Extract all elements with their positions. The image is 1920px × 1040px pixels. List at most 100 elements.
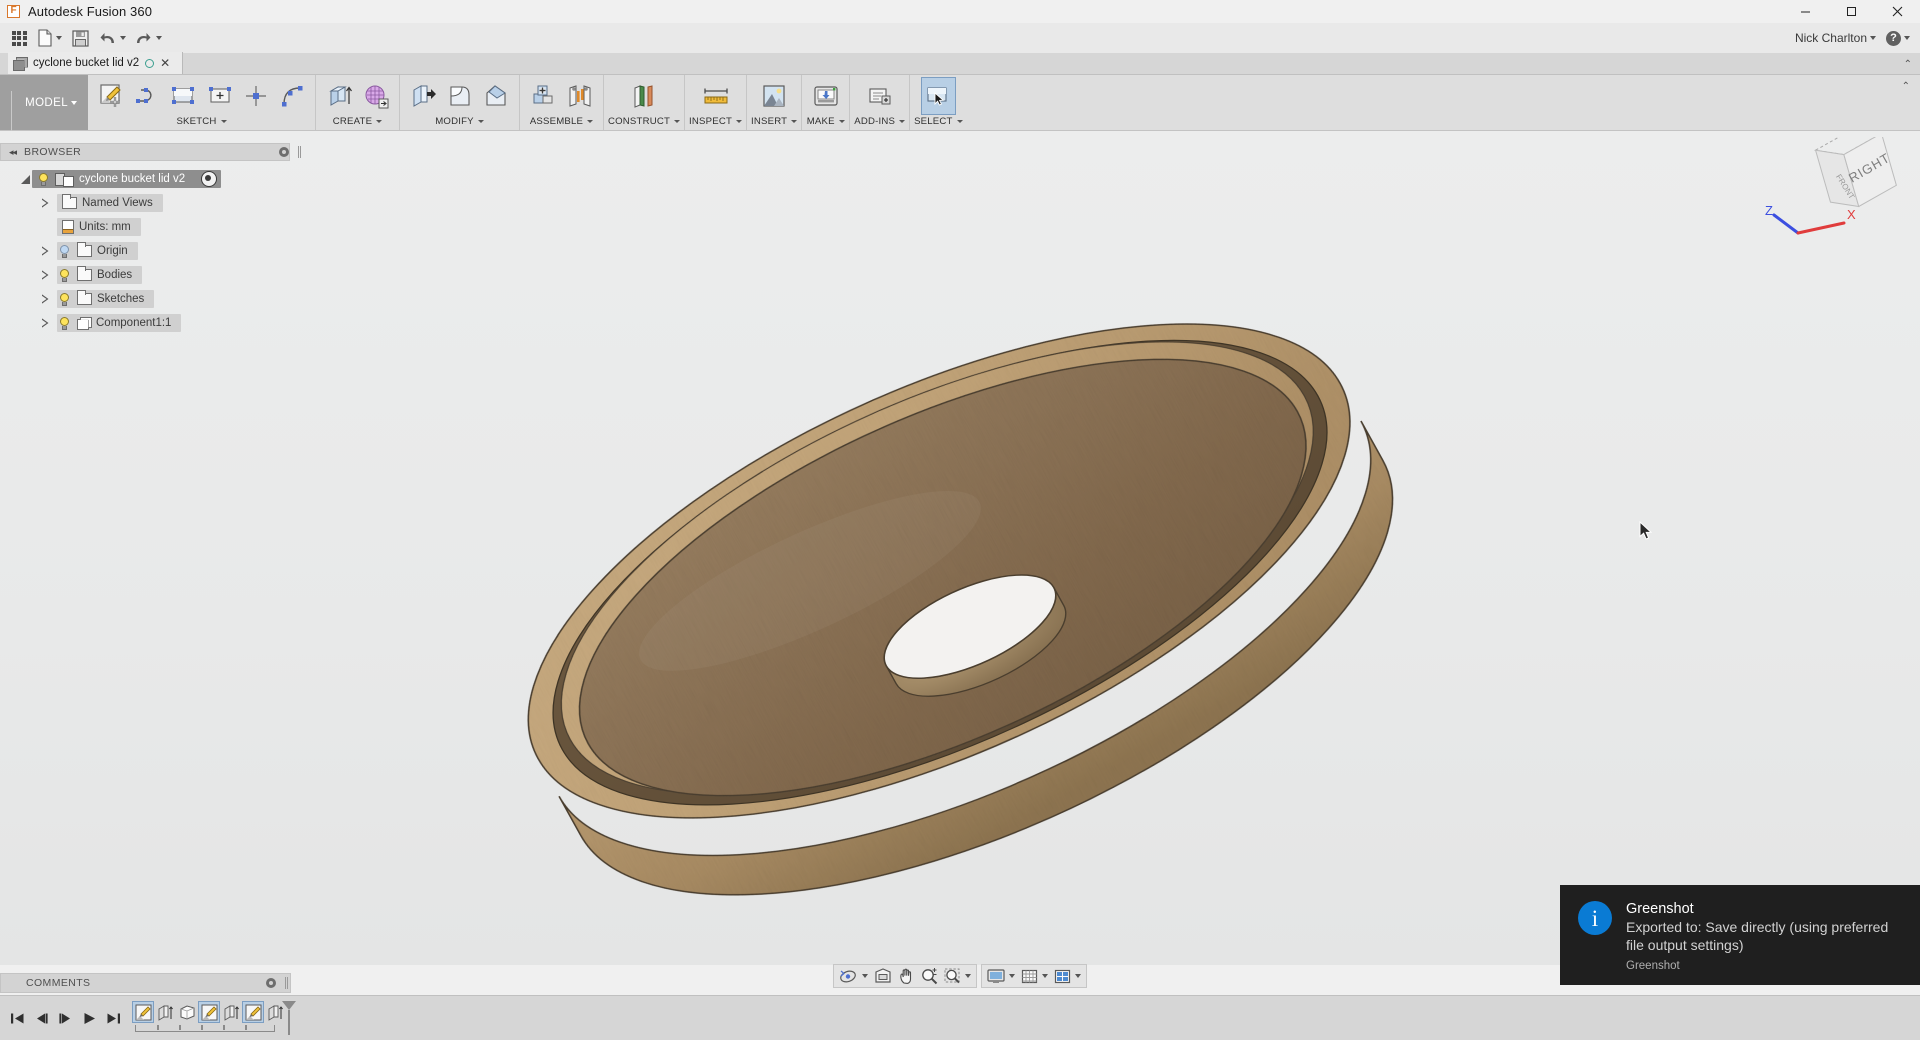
expander-right-icon[interactable] bbox=[38, 270, 52, 280]
pan-button[interactable] bbox=[895, 965, 918, 987]
view-cube[interactable]: RIGHT FRONT Z X bbox=[1752, 137, 1902, 247]
close-button[interactable] bbox=[1874, 0, 1920, 23]
tree-row-sketches[interactable]: Sketches bbox=[0, 287, 303, 311]
grid-and-snaps-button[interactable] bbox=[1018, 965, 1051, 987]
ribbon-group-label-create[interactable]: CREATE bbox=[333, 116, 383, 130]
visibility-bulb-icon[interactable] bbox=[57, 316, 72, 331]
document-tab[interactable]: cyclone bucket lid v2 ✕ bbox=[8, 52, 183, 74]
ribbon-collapse-icon[interactable]: ⌃ bbox=[1902, 81, 1910, 92]
fillet-button[interactable] bbox=[442, 77, 477, 115]
browser-collapse-icon[interactable]: ◂◂ bbox=[9, 147, 17, 158]
browser-resize-handle[interactable] bbox=[296, 143, 303, 161]
expander-right-icon[interactable] bbox=[38, 198, 52, 208]
expander-right-icon[interactable] bbox=[38, 318, 52, 328]
tree-row-origin[interactable]: Origin bbox=[0, 239, 303, 263]
tree-row-component1-hit[interactable]: Component1:1 bbox=[57, 314, 182, 332]
expander-right-icon[interactable] bbox=[38, 294, 52, 304]
sketch-arc-button[interactable] bbox=[274, 77, 309, 115]
app-grid-button[interactable] bbox=[6, 25, 32, 51]
close-icon[interactable]: ✕ bbox=[160, 57, 170, 69]
greenshot-notification-toast[interactable]: i Greenshot Exported to: Save directly (… bbox=[1560, 885, 1920, 985]
ribbon-group-label-addins[interactable]: ADD-INS bbox=[854, 116, 906, 130]
measure-button[interactable] bbox=[698, 77, 733, 115]
ribbon-group-label-modify[interactable]: MODIFY bbox=[435, 116, 484, 130]
undo-button[interactable] bbox=[95, 25, 129, 51]
maximize-button[interactable] bbox=[1828, 0, 1874, 23]
ribbon-group-label-assemble[interactable]: ASSEMBLE bbox=[530, 116, 594, 130]
browser-options-icon[interactable] bbox=[279, 147, 289, 157]
timeline-go-to-end-button[interactable] bbox=[102, 1006, 124, 1030]
visibility-bulb-icon[interactable] bbox=[57, 244, 72, 259]
timeline-step-forward-button[interactable] bbox=[54, 1006, 76, 1030]
timeline-step-back-button[interactable] bbox=[30, 1006, 52, 1030]
ribbon-group-label-inspect[interactable]: INSPECT bbox=[689, 116, 743, 130]
create-sketch-button[interactable] bbox=[94, 77, 129, 115]
joint-button[interactable] bbox=[562, 77, 597, 115]
viewports-button[interactable] bbox=[1051, 965, 1084, 987]
insert-canvas-button[interactable] bbox=[757, 77, 792, 115]
minimize-button[interactable] bbox=[1782, 0, 1828, 23]
select-tool-button[interactable] bbox=[920, 76, 956, 115]
tree-row-root-document[interactable]: cyclone bucket lid v2 bbox=[0, 167, 303, 191]
tree-row-component1[interactable]: Component1:1 bbox=[0, 311, 303, 335]
ribbon-group-label-select[interactable]: SELECT bbox=[914, 116, 963, 130]
new-component-button[interactable] bbox=[526, 77, 561, 115]
save-button[interactable] bbox=[67, 25, 93, 51]
browser-header[interactable]: ◂◂ BROWSER bbox=[0, 143, 301, 161]
tab-bar-collapse-icon[interactable]: ⌃ bbox=[1904, 59, 1912, 70]
timeline-feature-sketch-1[interactable] bbox=[132, 1001, 154, 1023]
tree-row-named-views[interactable]: Named Views bbox=[0, 191, 303, 215]
press-pull-button[interactable] bbox=[406, 77, 441, 115]
zoom-window-button[interactable] bbox=[941, 965, 974, 987]
sketch-dimension-button[interactable] bbox=[202, 77, 237, 115]
tree-row-sketches-hit[interactable]: Sketches bbox=[57, 290, 155, 308]
tree-row-named-views-hit[interactable]: Named Views bbox=[57, 194, 163, 212]
tree-row-bodies-hit[interactable]: Bodies bbox=[57, 266, 143, 284]
help-menu[interactable]: ? bbox=[1886, 30, 1910, 46]
timeline-feature-extrude-2[interactable] bbox=[220, 1001, 242, 1023]
visibility-bulb-icon[interactable] bbox=[57, 292, 72, 307]
offset-plane-button[interactable] bbox=[627, 77, 662, 115]
visibility-bulb-icon[interactable] bbox=[36, 172, 51, 187]
tree-row-units-hit[interactable]: Units: mm bbox=[57, 218, 141, 236]
timeline-feature-sketch-2[interactable] bbox=[198, 1001, 220, 1023]
chamfer-button[interactable] bbox=[478, 77, 513, 115]
sketch-point-button[interactable] bbox=[238, 77, 273, 115]
user-account-menu[interactable]: Nick Charlton bbox=[1795, 31, 1876, 45]
tree-row-root-hit[interactable]: cyclone bucket lid v2 bbox=[32, 170, 222, 188]
timeline-feature-extrude-1[interactable] bbox=[154, 1001, 176, 1023]
timeline-feature-sketch-3[interactable] bbox=[242, 1001, 264, 1023]
3d-print-button[interactable] bbox=[808, 77, 843, 115]
sketch-rectangle-button[interactable] bbox=[166, 77, 201, 115]
ribbon-group-label-insert[interactable]: INSERT bbox=[751, 116, 798, 130]
comments-panel[interactable]: COMMENTS bbox=[0, 973, 291, 993]
tree-row-origin-hit[interactable]: Origin bbox=[57, 242, 138, 260]
timeline-go-to-beginning-button[interactable] bbox=[6, 1006, 28, 1030]
timeline-play-button[interactable] bbox=[78, 1006, 100, 1030]
timeline-tick bbox=[201, 1025, 203, 1030]
zoom-button[interactable] bbox=[918, 965, 941, 987]
comments-resize-handle[interactable] bbox=[283, 974, 290, 992]
workspace-switcher[interactable]: MODEL bbox=[0, 75, 88, 139]
ribbon-group-label-make[interactable]: MAKE bbox=[807, 116, 845, 130]
extrude-button[interactable] bbox=[322, 77, 357, 115]
timeline-feature-body-1[interactable] bbox=[176, 1001, 198, 1023]
tree-row-units[interactable]: Units: mm bbox=[0, 215, 303, 239]
orbit-button[interactable] bbox=[836, 965, 871, 987]
look-at-button[interactable] bbox=[871, 965, 895, 987]
create-form-button[interactable] bbox=[358, 77, 393, 115]
display-settings-button[interactable] bbox=[984, 965, 1018, 987]
file-menu-button[interactable] bbox=[34, 25, 65, 51]
tree-row-bodies[interactable]: Bodies bbox=[0, 263, 303, 287]
scripts-and-addins-button[interactable] bbox=[862, 77, 897, 115]
display-toggle-icon[interactable] bbox=[201, 171, 218, 187]
timeline-marker[interactable] bbox=[282, 1001, 296, 1035]
ribbon-group-label-sketch[interactable]: SKETCH bbox=[176, 116, 227, 130]
expander-down-icon[interactable] bbox=[18, 174, 32, 184]
sketch-line-button[interactable] bbox=[130, 77, 165, 115]
expander-right-icon[interactable] bbox=[38, 246, 52, 256]
comments-options-icon[interactable] bbox=[266, 978, 276, 988]
redo-button[interactable] bbox=[131, 25, 165, 51]
ribbon-group-label-construct[interactable]: CONSTRUCT bbox=[608, 116, 681, 130]
visibility-bulb-icon[interactable] bbox=[57, 268, 72, 283]
